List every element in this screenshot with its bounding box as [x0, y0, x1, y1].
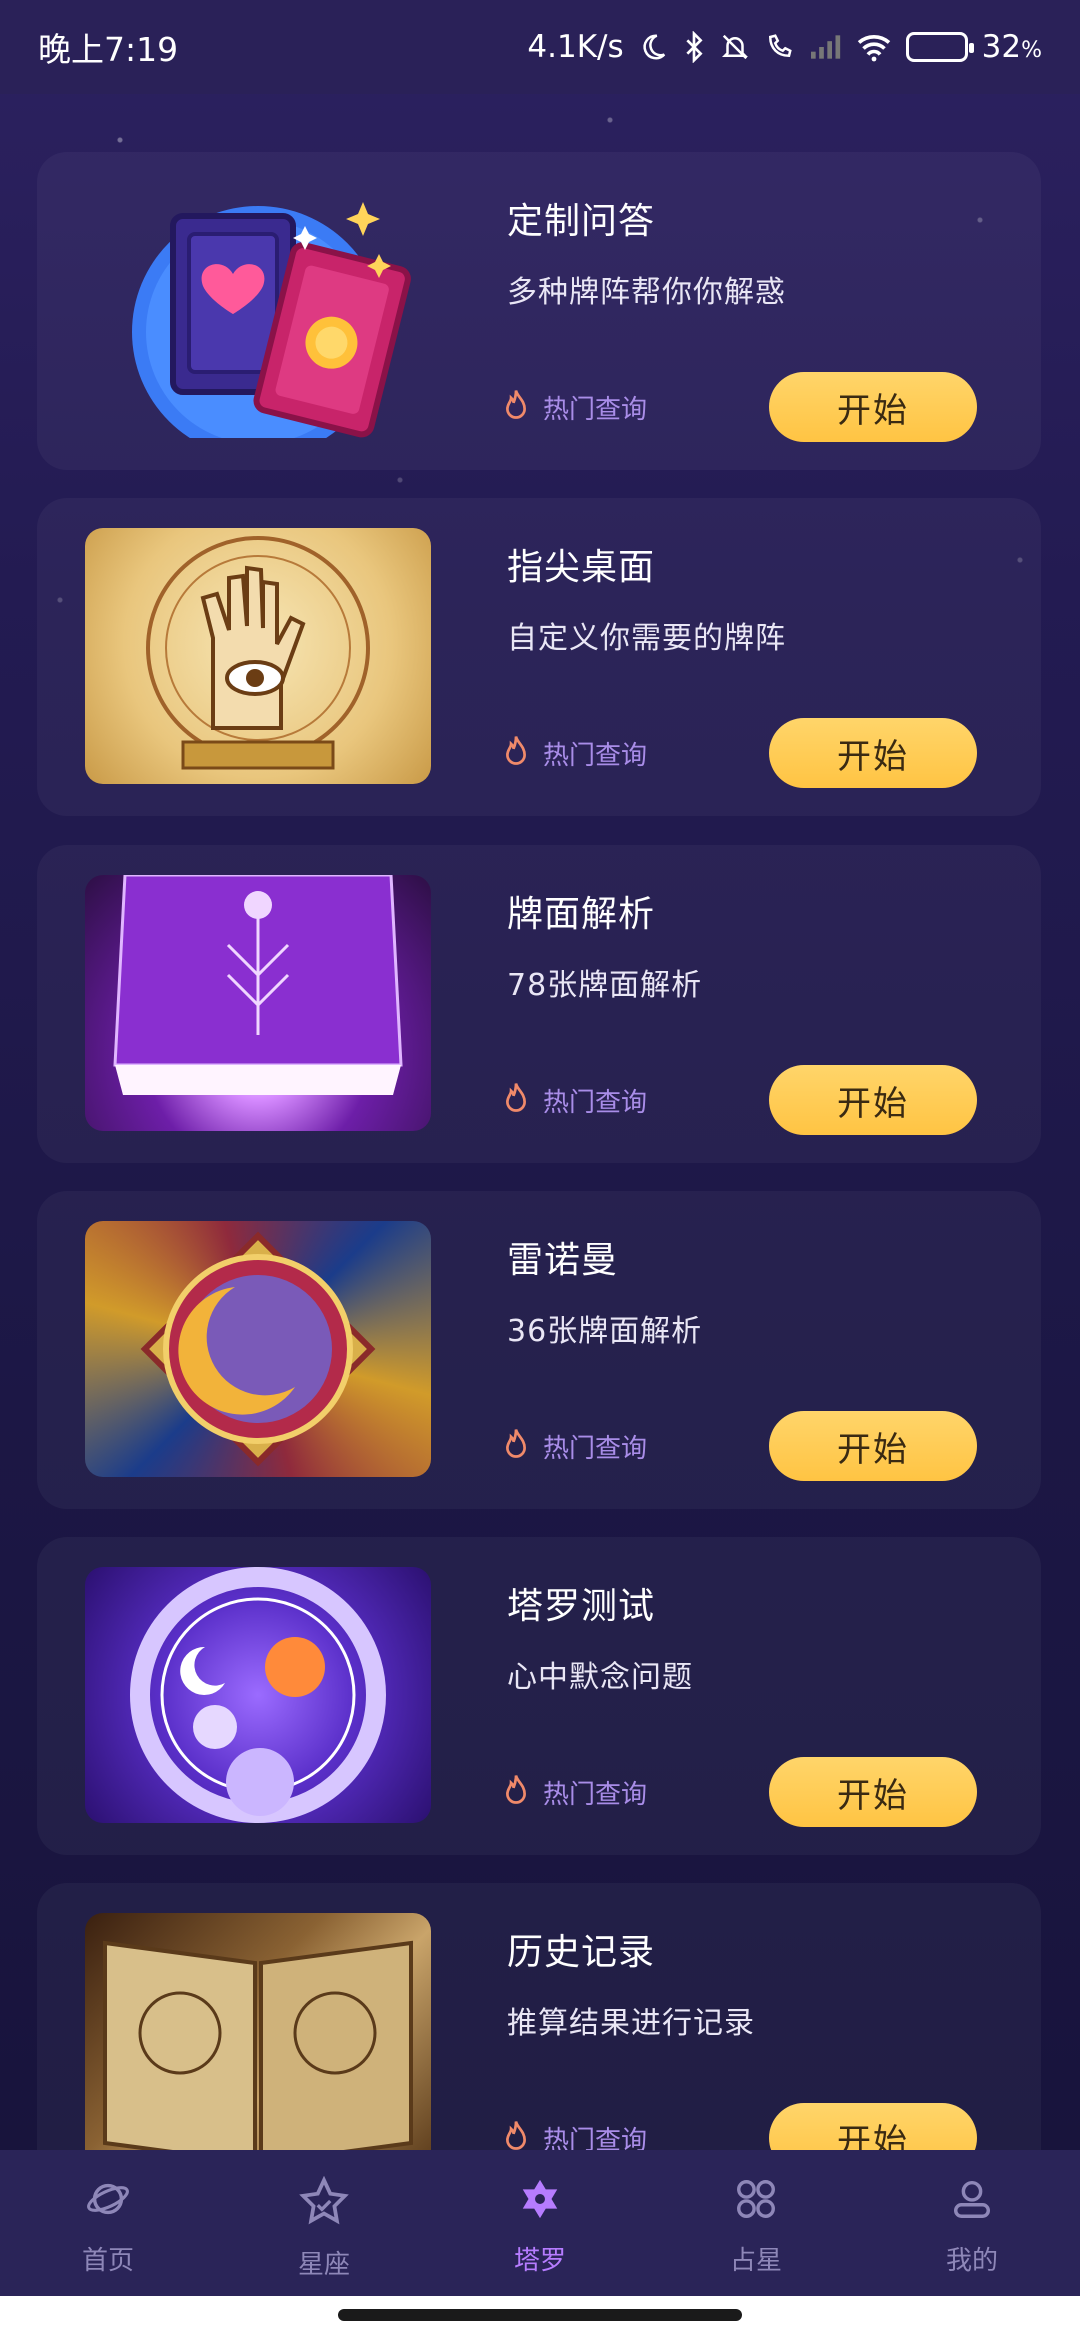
flame-icon	[503, 388, 529, 427]
card-subtitle: 推算结果进行记录	[507, 2006, 755, 2041]
card-title: 定制问答	[507, 201, 656, 242]
card-custom-qa[interactable]: 定制问答 多种牌阵帮你你解惑 热门查询 开始	[37, 152, 1041, 470]
hot-label: 热门查询	[543, 1088, 648, 1118]
hot-label: 热门查询	[543, 741, 648, 771]
palmistry-image	[85, 528, 431, 784]
tab-mine[interactable]: 我的	[864, 2176, 1080, 2277]
tab-home[interactable]: 首页	[0, 2176, 216, 2277]
hot-label: 热门查询	[543, 1780, 648, 1810]
flame-icon	[503, 1427, 529, 1466]
hot-label: 热门查询	[543, 1434, 648, 1464]
hot-query: 热门查询	[503, 388, 647, 427]
card-subtitle: 78张牌面解析	[507, 968, 703, 1003]
status-time: 晚上7:19	[38, 30, 179, 69]
home-indicator[interactable]	[338, 2309, 742, 2321]
status-bar: 晚上7:19 4.1K/s 32%	[0, 0, 1080, 94]
start-button[interactable]: 开始	[769, 1757, 977, 1827]
flame-icon	[503, 1773, 529, 1812]
hot-label: 热门查询	[543, 395, 648, 425]
hot-query: 热门查询	[503, 1081, 647, 1120]
card-subtitle: 心中默念问题	[507, 1660, 693, 1695]
tab-label: 塔罗	[513, 2246, 566, 2276]
planet-icon	[85, 2176, 131, 2226]
card-subtitle: 36张牌面解析	[507, 1314, 703, 1349]
card-subtitle: 多种牌阵帮你你解惑	[507, 275, 786, 310]
status-icons: 4.1K/s 32%	[527, 29, 1042, 65]
call-icon	[764, 32, 794, 62]
battery-icon	[905, 32, 974, 62]
start-button[interactable]: 开始	[769, 718, 977, 788]
tarot-cards-image	[85, 182, 431, 458]
four-circles-icon	[733, 2176, 779, 2226]
card-subtitle: 自定义你需要的牌阵	[507, 621, 786, 656]
flame-icon	[503, 734, 529, 773]
moon-mandala-image	[85, 1221, 431, 1477]
signal-icon	[808, 33, 842, 61]
start-button[interactable]: 开始	[769, 1411, 977, 1481]
card-fingertip-desktop[interactable]: 指尖桌面 自定义你需要的牌阵 热门查询 开始	[37, 498, 1041, 816]
hot-query: 热门查询	[503, 734, 647, 773]
screen: 晚上7:19 4.1K/s 32% 定制问答 多种牌阵帮你你解惑 热门查询 开始…	[0, 0, 1080, 2340]
start-button[interactable]: 开始	[769, 1065, 977, 1135]
card-title: 牌面解析	[507, 894, 656, 935]
bottom-nav: 首页 星座 塔罗 占星 我的	[0, 2150, 1080, 2296]
hot-query: 热门查询	[503, 1773, 647, 1812]
battery-percent: 32%	[981, 29, 1042, 65]
tab-label: 星座	[297, 2250, 350, 2280]
card-title: 雷诺曼	[507, 1240, 619, 1281]
card-lenormand[interactable]: 雷诺曼 36张牌面解析 热门查询 开始	[37, 1191, 1041, 1509]
card-title: 指尖桌面	[507, 547, 656, 588]
zodiac-wheel-image	[85, 1567, 431, 1823]
card-card-analysis[interactable]: 牌面解析 78张牌面解析 热门查询 开始	[37, 845, 1041, 1163]
ancient-book-image	[85, 1913, 431, 2169]
network-speed: 4.1K/s	[527, 29, 624, 65]
glowing-tarot-card-image	[85, 875, 431, 1131]
hot-query: 热门查询	[503, 1427, 647, 1466]
flame-icon	[503, 1081, 529, 1120]
tab-tarot[interactable]: 塔罗	[432, 2176, 648, 2277]
tab-label: 首页	[81, 2246, 134, 2276]
star-icon	[298, 2175, 350, 2230]
bluetooth-icon	[682, 31, 706, 63]
card-title: 塔罗测试	[507, 1586, 656, 1627]
profile-icon	[949, 2176, 995, 2226]
tarot-star-icon	[517, 2176, 563, 2226]
bell-muted-icon	[720, 32, 750, 62]
start-button[interactable]: 开始	[769, 372, 977, 442]
card-tarot-test[interactable]: 塔罗测试 心中默念问题 热门查询 开始	[37, 1537, 1041, 1855]
tab-astrology[interactable]: 占星	[648, 2176, 864, 2277]
card-title: 历史记录	[507, 1932, 656, 1973]
tab-label: 我的	[945, 2246, 998, 2276]
tab-label: 占星	[729, 2246, 782, 2276]
wifi-icon	[856, 32, 892, 62]
tab-constellation[interactable]: 星座	[216, 2175, 432, 2281]
moon-icon	[638, 32, 668, 62]
